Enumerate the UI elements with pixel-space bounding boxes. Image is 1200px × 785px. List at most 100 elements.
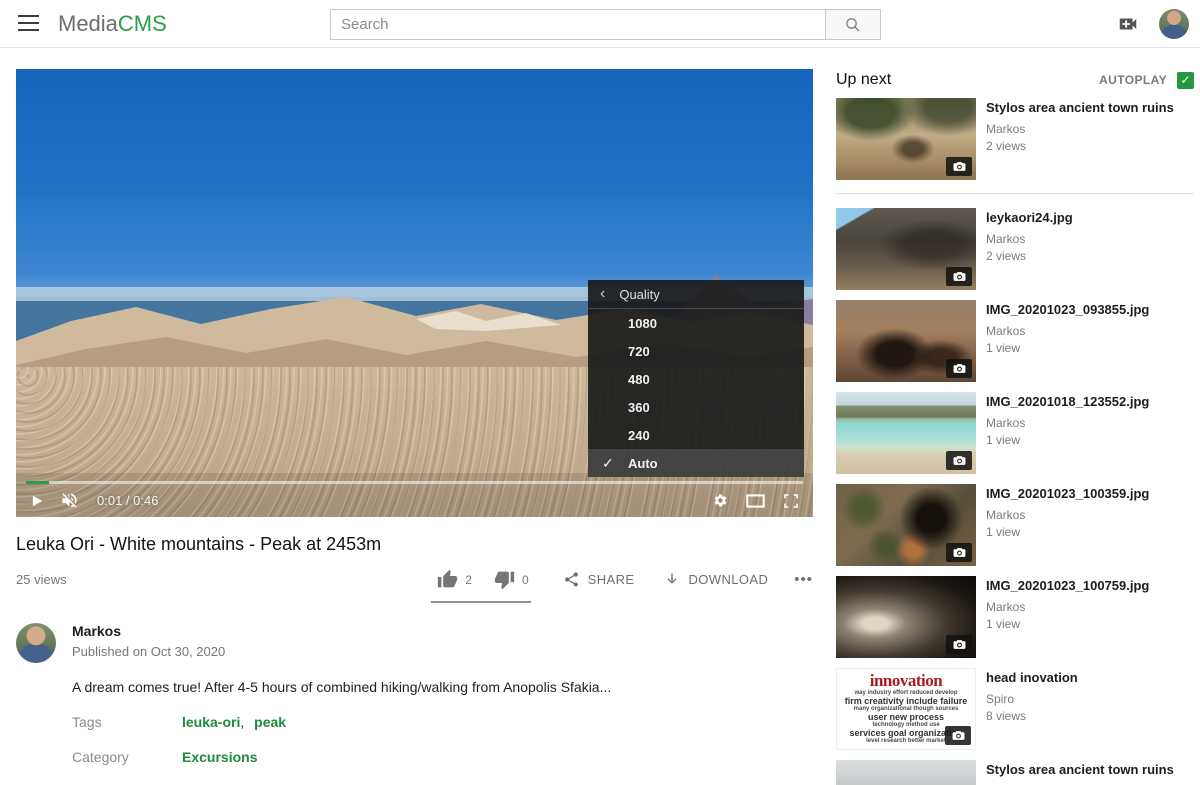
camera-badge — [946, 267, 972, 286]
camera-icon — [952, 730, 965, 741]
search-button[interactable] — [825, 9, 881, 40]
mediacms-watch-page: MediaCMS — [0, 0, 1200, 785]
video-description: A dream comes true! After 4-5 hours of c… — [72, 679, 813, 695]
quality-option-1080[interactable]: 1080 — [588, 309, 804, 337]
settings-button[interactable] — [713, 493, 728, 508]
item-author: Markos — [986, 600, 1149, 614]
quality-option-240[interactable]: 240 — [588, 421, 804, 449]
page-title: Leuka Ori - White mountains - Peak at 24… — [16, 534, 813, 555]
video-thumbnail-stylos-ruins[interactable] — [836, 98, 976, 180]
dislike-count: 0 — [522, 573, 529, 587]
author-avatar[interactable] — [16, 623, 56, 663]
check-icon: ✓ — [602, 455, 628, 472]
download-button[interactable]: DOWNLOAD — [664, 571, 768, 588]
tag-separator: , — [240, 714, 244, 730]
up-next-item[interactable]: IMG_20201023_093855.jpg Markos 1 view — [836, 300, 1194, 382]
camera-badge — [946, 635, 972, 654]
fullscreen-button[interactable] — [783, 493, 799, 509]
thumb-down-icon — [494, 569, 515, 590]
category-label: Category — [72, 749, 182, 765]
item-author: Markos — [986, 324, 1149, 338]
author-name[interactable]: Markos — [72, 623, 225, 639]
tag-link-leuka-ori[interactable]: leuka-ori — [182, 714, 240, 730]
camera-icon — [953, 271, 966, 282]
video-thumbnail-leykaori24[interactable] — [836, 208, 976, 290]
share-button[interactable]: SHARE — [563, 571, 635, 588]
play-icon — [30, 494, 44, 508]
item-author: Markos — [986, 508, 1149, 522]
item-title[interactable]: IMG_20201023_100759.jpg — [986, 577, 1149, 594]
item-author: Markos — [986, 416, 1149, 430]
action-bar: 2 0 SHARE DOWNLOAD ••• — [437, 569, 813, 590]
video-thumbnail-stylos-ruins-2[interactable] — [836, 760, 976, 785]
item-title[interactable]: IMG_20201018_123552.jpg — [986, 393, 1149, 410]
up-next-item[interactable]: IMG_20201023_100359.jpg Markos 1 view — [836, 484, 1194, 566]
video-thumbnail-img-123552[interactable] — [836, 392, 976, 474]
up-next-title: Up next — [836, 71, 891, 89]
item-title[interactable]: IMG_20201023_093855.jpg — [986, 301, 1149, 318]
video-thumbnail-img-100759[interactable] — [836, 576, 976, 658]
time-display: 0:01 / 0:46 — [97, 493, 158, 508]
tags-row: Tags leuka-ori, peak — [72, 714, 813, 730]
search-input[interactable] — [330, 9, 825, 40]
autoplay-checkbox[interactable]: ✓ — [1177, 72, 1194, 89]
up-next-item[interactable]: Stylos area ancient town ruins — [836, 760, 1194, 785]
fullscreen-icon — [783, 493, 799, 509]
item-title[interactable]: head inovation — [986, 669, 1078, 686]
camera-badge — [946, 157, 972, 176]
item-title[interactable]: Stylos area ancient town ruins — [986, 99, 1174, 116]
divider — [836, 193, 1194, 194]
item-title[interactable]: leykaori24.jpg — [986, 209, 1073, 226]
mute-button[interactable] — [60, 491, 79, 510]
camera-badge — [946, 451, 972, 470]
check-icon: ✓ — [1180, 73, 1190, 87]
theater-icon — [746, 494, 765, 508]
category-link-excursions[interactable]: Excursions — [182, 749, 257, 765]
quality-menu-title: Quality — [619, 287, 659, 302]
item-title[interactable]: Stylos area ancient town ruins — [986, 761, 1174, 778]
video-thumbnail-img-093855[interactable] — [836, 300, 976, 382]
upload-media-icon[interactable] — [1116, 13, 1140, 35]
autoplay-label: AUTOPLAY — [1099, 73, 1167, 87]
item-title[interactable]: IMG_20201023_100359.jpg — [986, 485, 1149, 502]
play-button[interactable] — [30, 494, 44, 508]
up-next-item[interactable]: IMG_20201018_123552.jpg Markos 1 view — [836, 392, 1194, 474]
camera-icon — [953, 363, 966, 374]
quality-option-auto[interactable]: ✓ Auto — [588, 449, 804, 477]
theater-mode-button[interactable] — [746, 494, 765, 508]
share-label: SHARE — [588, 572, 635, 587]
menu-icon[interactable] — [18, 15, 39, 32]
tag-link-peak[interactable]: peak — [254, 714, 286, 730]
user-avatar[interactable] — [1159, 9, 1189, 39]
wordcloud-line: user new process — [837, 713, 975, 721]
like-button[interactable]: 2 — [437, 569, 472, 590]
wordcloud-main-word: innovation — [837, 672, 975, 689]
view-count: 25 views — [16, 572, 67, 587]
camera-icon — [953, 455, 966, 466]
up-next-item[interactable]: innovation way industry effort reduced d… — [836, 668, 1194, 750]
thumb-up-icon — [437, 569, 458, 590]
video-thumbnail-head-inovation[interactable]: innovation way industry effort reduced d… — [836, 668, 976, 750]
more-actions-button[interactable]: ••• — [794, 571, 813, 588]
like-dislike-group: 2 0 — [437, 569, 528, 590]
category-row: Category Excursions — [72, 749, 813, 765]
logo[interactable]: MediaCMS — [58, 11, 167, 37]
item-author: Markos — [986, 122, 1174, 136]
camera-badge — [946, 359, 972, 378]
search-bar — [330, 9, 881, 40]
up-next-item[interactable]: leykaori24.jpg Markos 2 views — [836, 208, 1194, 290]
meta-row: 25 views 2 0 SHARE — [16, 569, 813, 590]
up-next-item[interactable]: Stylos area ancient town ruins Markos 2 … — [836, 98, 1194, 180]
logo-cms: CMS — [118, 11, 167, 36]
dislike-button[interactable]: 0 — [494, 569, 529, 590]
item-views: 2 views — [986, 139, 1174, 153]
video-thumbnail-img-100359[interactable] — [836, 484, 976, 566]
item-views: 1 view — [986, 341, 1149, 355]
quality-option-720[interactable]: 720 — [588, 337, 804, 365]
quality-option-480[interactable]: 480 — [588, 365, 804, 393]
video-player[interactable]: ‹ Quality 1080 720 480 360 240 ✓ Auto — [16, 69, 813, 517]
quality-menu-back[interactable]: ‹ Quality — [588, 280, 804, 309]
quality-option-360[interactable]: 360 — [588, 393, 804, 421]
media-meta: Tags leuka-ori, peak Category Excursions — [72, 714, 813, 765]
up-next-item[interactable]: IMG_20201023_100759.jpg Markos 1 view — [836, 576, 1194, 658]
